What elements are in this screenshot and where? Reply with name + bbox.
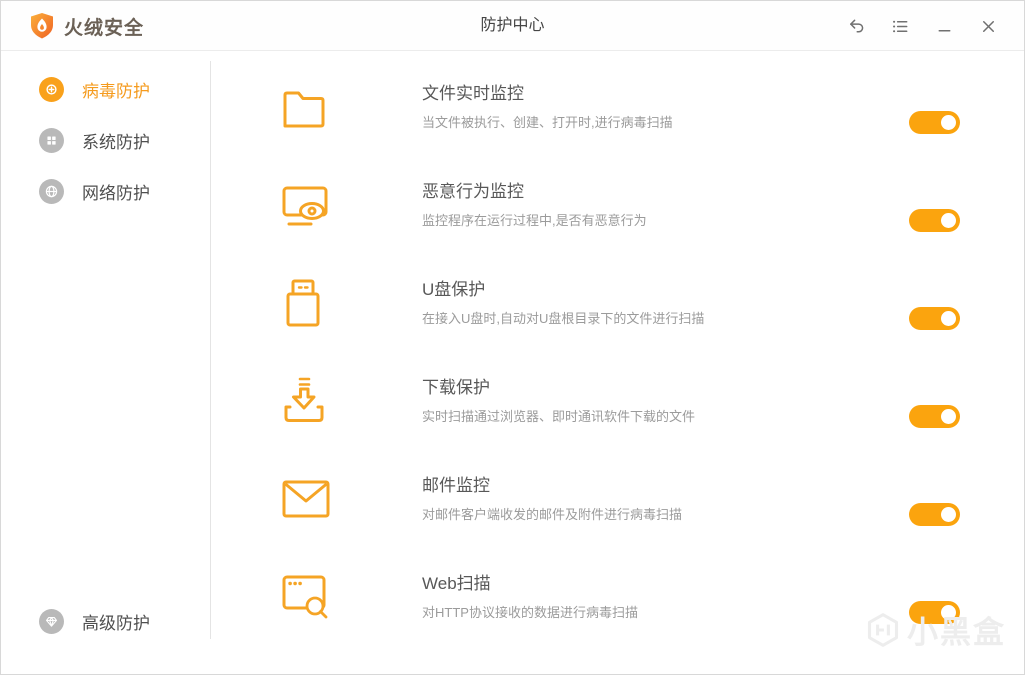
monitor-eye-icon xyxy=(281,185,329,235)
protection-row-file-realtime: 文件实时监控 当文件被执行、创建、打开时,进行病毒扫描 xyxy=(271,71,1024,169)
close-icon[interactable] xyxy=(978,16,998,36)
row-description: 在接入U盘时,自动对U盘根目录下的文件进行扫描 xyxy=(422,311,705,326)
shield-flame-logo-icon xyxy=(29,12,55,40)
row-title: 文件实时监控 xyxy=(422,84,524,103)
toggle-file-realtime-monitor[interactable] xyxy=(909,111,960,134)
row-description: 对HTTP协议接收的数据进行病毒扫描 xyxy=(422,605,638,620)
protection-row-malicious-behavior: 恶意行为监控 监控程序在运行过程中,是否有恶意行为 xyxy=(271,169,1024,267)
toggle-malicious-behavior-monitor[interactable] xyxy=(909,209,960,232)
sidebar-item-virus-protection[interactable]: 病毒防护 xyxy=(39,76,150,102)
toggle-knob xyxy=(941,311,956,326)
protection-row-usb-protection: U盘保护 在接入U盘时,自动对U盘根目录下的文件进行扫描 xyxy=(271,267,1024,365)
sidebar: 病毒防护 系统防护 网络防护 高级防护 xyxy=(1,51,211,674)
toggle-download-protection[interactable] xyxy=(909,405,960,428)
row-description: 当文件被执行、创建、打开时,进行病毒扫描 xyxy=(422,115,673,130)
row-title: U盘保护 xyxy=(422,280,486,299)
usb-drive-icon xyxy=(281,278,329,328)
app-logo: 火绒安全 xyxy=(29,1,144,51)
sidebar-item-system-protection[interactable]: 系统防护 xyxy=(39,127,150,153)
row-description: 对邮件客户端收发的邮件及附件进行病毒扫描 xyxy=(422,507,683,522)
protection-list: 文件实时监控 当文件被执行、创建、打开时,进行病毒扫描 恶意行为监控 监控程序在… xyxy=(212,51,1024,674)
back-icon[interactable] xyxy=(846,16,866,36)
page-title: 防护中心 xyxy=(480,17,545,34)
virus-protection-icon xyxy=(39,76,64,102)
protection-row-mail-monitor: 邮件监控 对邮件客户端收发的邮件及附件进行病毒扫描 xyxy=(271,463,1024,561)
protection-row-web-scan: Web扫描 对HTTP协议接收的数据进行病毒扫描 xyxy=(271,561,1024,659)
row-title: Web扫描 xyxy=(422,574,491,593)
download-icon xyxy=(281,376,329,426)
row-description: 监控程序在运行过程中,是否有恶意行为 xyxy=(422,213,647,228)
minimize-icon[interactable] xyxy=(934,16,954,36)
system-protection-icon xyxy=(39,127,64,153)
web-scan-icon xyxy=(281,572,329,622)
sidebar-item-label: 网络防护 xyxy=(82,183,150,203)
sidebar-item-label: 高级防护 xyxy=(82,613,150,633)
sidebar-item-label: 病毒防护 xyxy=(82,81,150,101)
app-name: 火绒安全 xyxy=(64,17,145,39)
row-description: 实时扫描通过浏览器、即时通讯软件下载的文件 xyxy=(422,409,696,424)
row-title: 恶意行为监控 xyxy=(422,182,524,201)
toggle-mail-monitor[interactable] xyxy=(909,503,960,526)
row-title: 下载保护 xyxy=(422,378,490,397)
log-list-icon[interactable] xyxy=(890,16,910,36)
toggle-knob xyxy=(941,213,956,228)
toggle-knob xyxy=(941,115,956,130)
folder-icon xyxy=(281,82,329,132)
window-controls xyxy=(846,1,998,51)
mail-icon xyxy=(281,479,330,529)
sidebar-item-network-protection[interactable]: 网络防护 xyxy=(39,178,150,204)
toggle-knob xyxy=(941,409,956,424)
toggle-web-scan[interactable] xyxy=(909,601,960,624)
advanced-protection-icon xyxy=(39,608,64,634)
row-title: 邮件监控 xyxy=(422,476,490,495)
titlebar: 火绒安全 防护中心 xyxy=(1,1,1024,51)
sidebar-item-advanced-protection[interactable]: 高级防护 xyxy=(39,608,150,634)
network-protection-icon xyxy=(39,178,64,204)
protection-row-download-protection: 下载保护 实时扫描通过浏览器、即时通讯软件下载的文件 xyxy=(271,365,1024,463)
toggle-knob xyxy=(941,507,956,522)
toggle-knob xyxy=(941,605,956,620)
app-window: 火绒安全 防护中心 病毒防护 系统防护 网络防护 高级防护 文件实时监控 当文件… xyxy=(0,0,1025,675)
toggle-usb-protection[interactable] xyxy=(909,307,960,330)
sidebar-item-label: 系统防护 xyxy=(82,132,150,152)
